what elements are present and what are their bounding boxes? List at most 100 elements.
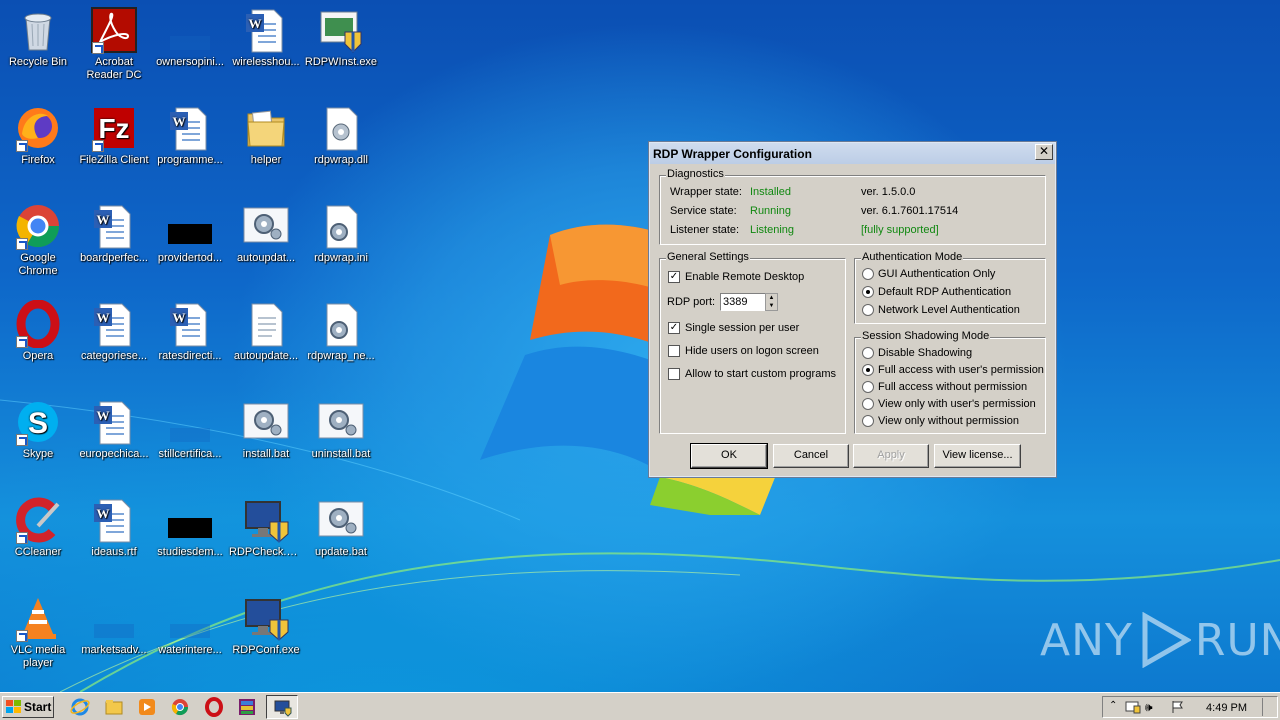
single-session-label[interactable]: Single session per user [685,322,799,334]
ie-icon[interactable] [70,697,90,717]
desktop-icon[interactable]: VLC media player [0,594,76,670]
watermark-left: ANY [1040,614,1133,666]
rdpconf-task-button[interactable] [266,695,298,719]
desktop-icon[interactable]: rdpwrap.ini [303,202,379,265]
authentication-mode-title: Authentication Mode [861,251,964,263]
start-button[interactable]: Start [2,696,54,718]
shadow-mode-radio[interactable] [862,364,874,376]
desktop-icon[interactable]: studiesdem... [152,496,228,559]
rdp-port-spinner[interactable]: ▲ ▼ [765,293,778,311]
auth-mode-radio[interactable] [862,286,874,298]
desktop-icon[interactable]: autoupdate... [228,300,304,363]
desktop-icon[interactable]: Opera [0,299,76,363]
desktop-icon[interactable]: CCleaner [0,496,76,559]
ok-button[interactable]: OK [690,443,768,469]
blank-file-icon [166,398,214,446]
shadow-mode-radio[interactable] [862,415,874,427]
auth-mode-option-label[interactable]: GUI Authentication Only [878,268,995,280]
view-license-button[interactable]: View license... [934,444,1021,468]
start-label: Start [24,700,52,714]
auth-mode-option-label[interactable]: Network Level Authentication [878,304,1020,316]
desktop-icon[interactable]: Weuropechica... [76,398,152,461]
shadow-mode-radio[interactable] [862,398,874,410]
enable-remote-desktop-checkbox[interactable]: ✓ [668,271,680,283]
flag-icon[interactable] [1171,700,1185,714]
shadow-mode-option-label[interactable]: View only without permission [878,415,1019,427]
action-center-icon[interactable] [1125,700,1141,714]
desktop-icon[interactable]: Wwirelesshou... [228,6,304,69]
desktop-icon[interactable]: providertod... [152,202,228,265]
media-player-icon[interactable] [137,697,157,717]
shadow-mode-option-label[interactable]: Full access with user's permission [878,364,1044,376]
custom-programs-label[interactable]: Allow to start custom programs [685,368,836,380]
tray-expand-icon[interactable]: ⌃ [1109,700,1117,711]
desktop-icon-label: FileZilla Client [79,154,149,166]
desktop-icon[interactable]: update.bat [303,496,379,559]
acrobat-icon [90,6,138,54]
apply-button[interactable]: Apply [853,444,929,468]
desktop-icon-label: Firefox [21,154,55,166]
desktop-icon[interactable]: S Skype [0,398,76,461]
explorer-icon[interactable] [104,697,124,717]
desktop-icon[interactable]: uninstall.bat [303,398,379,461]
desktop-icon[interactable]: marketsadv... [76,594,152,657]
dialog-titlebar[interactable]: RDP Wrapper Configuration [650,143,1055,164]
desktop-icon[interactable]: waterintere... [152,594,228,657]
desktop-icon[interactable]: Fz FileZilla Client [76,104,152,167]
enable-remote-desktop-label[interactable]: Enable Remote Desktop [685,271,804,283]
desktop-icon-label: boardperfec... [80,252,148,264]
firefox-icon [14,104,62,152]
monitor-shield-icon [242,496,290,544]
desktop-icon[interactable]: RDPConf.exe [228,594,304,657]
session-shadowing-title: Session Shadowing Mode [861,330,991,342]
desktop-icon[interactable]: autoupdat... [228,202,304,265]
auth-mode-radio[interactable] [862,304,874,316]
desktop-icon[interactable]: helper [228,104,304,167]
desktop-icon[interactable]: RDPWInst.exe [303,6,379,69]
clock[interactable]: 4:49 PM [1206,702,1247,714]
single-session-checkbox[interactable]: ✓ [668,322,680,334]
cancel-button[interactable]: Cancel [773,444,849,468]
chrome-task-icon[interactable] [170,697,190,717]
desktop-icon[interactable]: Acrobat Reader DC [76,6,152,82]
close-button[interactable]: ✕ [1035,144,1053,160]
hide-users-checkbox[interactable] [668,345,680,357]
desktop-icon-label: Google Chrome [18,252,58,277]
desktop-icon[interactable]: rdpwrap.dll [303,104,379,167]
desktop-icon[interactable]: ownersopini... [152,6,228,69]
shadow-mode-option-label[interactable]: Full access without permission [878,381,1027,393]
custom-programs-checkbox[interactable] [668,368,680,380]
desktop-icon[interactable]: Wcategoriese... [76,300,152,363]
general-settings-title: General Settings [666,251,750,263]
desktop-icon[interactable]: Firefox [0,104,76,167]
desktop-icon[interactable]: Google Chrome [0,202,76,278]
desktop-icon[interactable]: Recycle Bin [0,6,76,69]
winrar-icon[interactable] [237,697,257,717]
service-state-label: Service state: [670,205,737,217]
desktop-icon[interactable]: Wratesdirecti... [152,300,228,363]
spin-up-icon[interactable]: ▲ [766,294,777,302]
desktop-icon[interactable]: install.bat [228,398,304,461]
desktop-icon[interactable]: rdpwrap_ne... [303,300,379,363]
desktop-icon[interactable]: stillcertifica... [152,398,228,461]
desktop-icon-label: stillcertifica... [158,448,222,460]
spin-down-icon[interactable]: ▼ [766,302,777,310]
rdp-port-input[interactable] [720,293,766,311]
shadow-mode-option-label[interactable]: Disable Shadowing [878,347,972,359]
shadow-mode-option-label[interactable]: View only with user's permission [878,398,1036,410]
desktop-icon[interactable]: Wprogramme... [152,104,228,167]
desktop-icon[interactable]: Wboardperfec... [76,202,152,265]
shadow-mode-radio[interactable] [862,347,874,359]
desktop-icon[interactable]: RDPCheck.exe [228,496,304,559]
volume-icon[interactable]: 🕪 [1145,700,1153,715]
auth-mode-radio[interactable] [862,268,874,280]
hide-users-label[interactable]: Hide users on logon screen [685,345,819,357]
shadow-mode-radio[interactable] [862,381,874,393]
desktop-icon[interactable]: Wideaus.rtf [76,496,152,559]
listener-support: [fully supported] [861,224,939,236]
opera-task-icon[interactable] [204,697,224,717]
dll-icon [317,104,365,152]
auth-mode-option-label[interactable]: Default RDP Authentication [878,286,1011,298]
show-desktop-button[interactable] [1262,698,1274,716]
desktop-icon-label: VLC media player [10,644,66,669]
